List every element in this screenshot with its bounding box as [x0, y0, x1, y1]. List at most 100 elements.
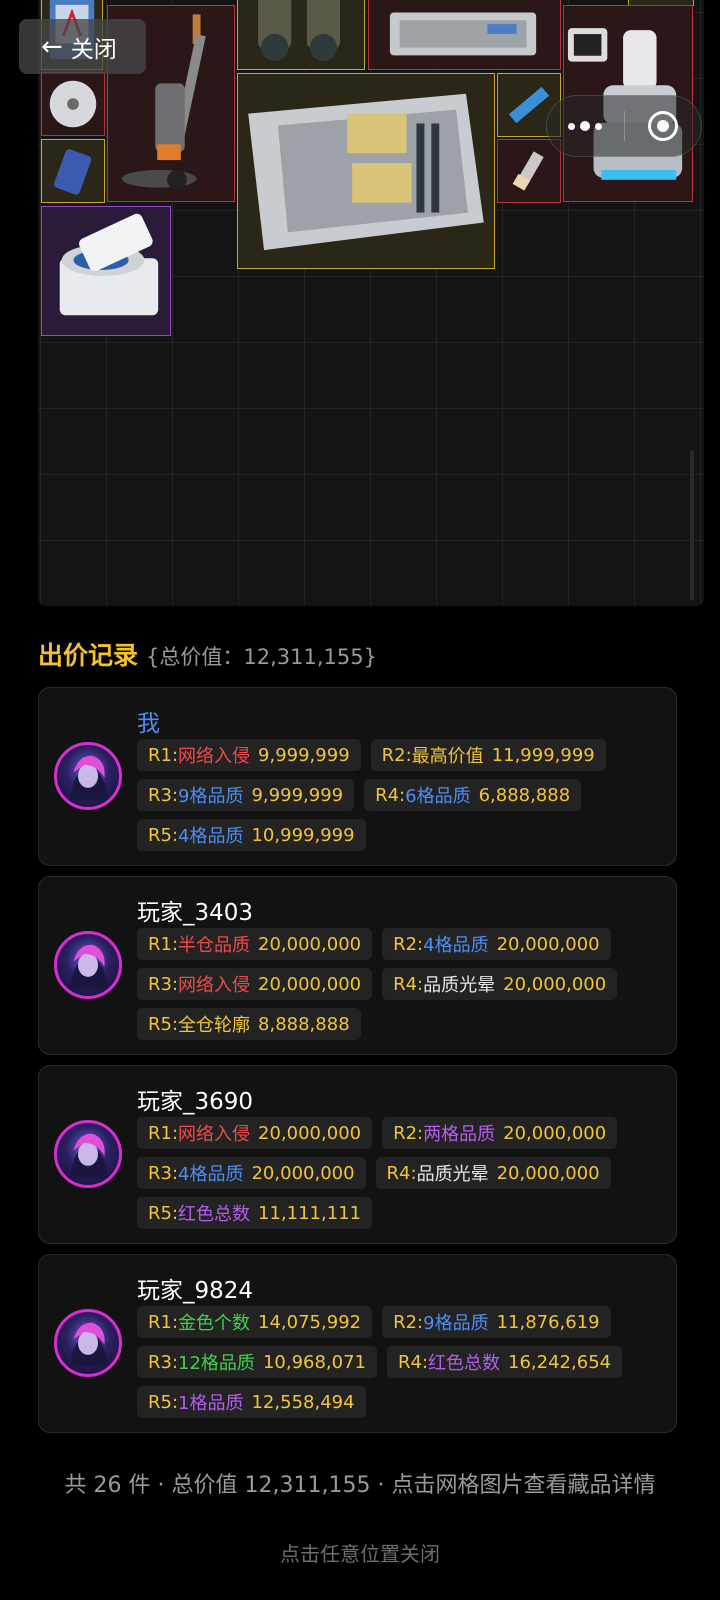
bid-rule-tag: 红色总数 — [428, 1353, 501, 1374]
player-name: 玩家_3403 — [137, 900, 254, 926]
round-key: R4: — [398, 1351, 429, 1373]
bid-chip: R5: 4格品质 10,999,999 — [137, 819, 366, 851]
bid-chip: R3: 9格品质 9,999,999 — [137, 779, 355, 811]
bid-value: 9,999,999 — [251, 784, 344, 806]
bid-rule-tag: 4格品质 — [178, 1164, 244, 1185]
bid-value: 20,000,000 — [496, 933, 600, 955]
bid-chip: R5: 红色总数 11,111,111 — [137, 1197, 373, 1229]
bid-row: R1: 网络入侵 9,999,999 R2: 最高价值 11,999,999 — [137, 739, 666, 771]
bid-value: 14,075,992 — [258, 1311, 362, 1333]
bid-chip: R2: 两格品质 20,000,000 — [382, 1117, 618, 1149]
bid-rule-tag: 两格品质 — [423, 1124, 496, 1145]
footer-summary: 共 26 件 · 总价值 12,311,155 · 点击网格图片查看藏品详情 — [64, 1473, 656, 1498]
bid-rule-tag: 全仓轮廓 — [178, 1015, 251, 1036]
bid-row: R1: 网络入侵 20,000,000 R2: 两格品质 20,000,000 — [137, 1117, 666, 1149]
round-key: R1: — [148, 1122, 179, 1144]
bid-rule-tag: 12格品质 — [178, 1353, 255, 1374]
bid-rule-tag: 网络入侵 — [178, 1124, 251, 1145]
round-key: R2: — [393, 1311, 424, 1333]
round-key: R5: — [148, 1391, 179, 1413]
round-key: R1: — [148, 1311, 179, 1333]
bid-chip: R4: 6格品质 6,888,888 — [364, 779, 582, 811]
bid-chip: R2: 4格品质 20,000,000 — [382, 928, 611, 960]
record-target-icon — [647, 111, 678, 141]
bid-value: 11,876,619 — [496, 1311, 600, 1333]
bid-value: 10,968,071 — [262, 1351, 366, 1373]
bid-chip: R3: 12格品质 10,968,071 — [137, 1346, 377, 1378]
bid-rule-tag: 红色总数 — [178, 1204, 251, 1225]
exit-button[interactable] — [625, 96, 702, 156]
bid-rows: R1: 网络入侵 20,000,000 R2: 两格品质 20,000,000 R3: 4格品… — [137, 1117, 666, 1237]
tap-anywhere-close[interactable]: 点击任意位置关闭 — [0, 1538, 720, 1567]
bid-chip: R1: 网络入侵 9,999,999 — [137, 739, 361, 771]
bid-chip: R4: 品质光晕 20,000,000 — [375, 1157, 611, 1189]
bid-chip: R1: 金色个数 14,075,992 — [137, 1306, 373, 1338]
bid-chip: R4: 红色总数 16,242,654 — [387, 1346, 623, 1378]
server-chassis-item[interactable] — [237, 73, 495, 269]
bid-value: 8,888,888 — [258, 1013, 350, 1035]
round-key: R5: — [148, 1013, 179, 1035]
bid-row: R3: 12格品质 10,968,071 R4: 红色总数 16,242,654 — [137, 1346, 666, 1378]
avatar — [54, 931, 122, 999]
bid-row: R5: 全仓轮廓 8,888,888 — [137, 1008, 666, 1040]
bid-chip: R2: 9格品质 11,876,619 — [382, 1306, 611, 1338]
bid-records-header: 出价记录 {总价值：12,311,155} — [38, 636, 377, 672]
round-key: R2: — [393, 1122, 424, 1144]
round-key: R3: — [148, 973, 179, 995]
round-key: R3: — [148, 1351, 179, 1373]
round-key: R2: — [381, 744, 412, 766]
bid-chip: R1: 网络入侵 20,000,000 — [137, 1117, 373, 1149]
bid-value: 16,242,654 — [508, 1351, 612, 1373]
bid-card[interactable]: 玩家_3690 R1: 网络入侵 20,000,000 R2: 两格品质 20,000,00… — [38, 1065, 677, 1244]
bid-value: 10,999,999 — [251, 824, 355, 846]
avatar — [54, 1309, 122, 1377]
bid-value: 11,999,999 — [491, 744, 595, 766]
bid-card[interactable]: 玩家_3403 R1: 半仓品质 20,000,000 R2: 4格品质 20,000,00… — [38, 876, 677, 1055]
bid-rule-tag: 半仓品质 — [178, 935, 251, 956]
round-key: R4: — [386, 1162, 417, 1184]
bid-card[interactable]: 玩家_9824 R1: 金色个数 14,075,992 R2: 9格品质 11,876,61… — [38, 1254, 677, 1433]
bid-rule-tag: 网络入侵 — [178, 746, 251, 767]
bid-value: 9,999,999 — [258, 744, 350, 766]
round-key: R4: — [375, 784, 406, 806]
bid-row: R5: 4格品质 10,999,999 — [137, 819, 666, 851]
round-key: R2: — [393, 933, 424, 955]
centrifuge-item[interactable] — [41, 206, 171, 336]
round-key: R3: — [148, 1162, 179, 1184]
back-arrow-icon: ← — [41, 31, 63, 62]
round-key: R1: — [148, 933, 179, 955]
binoculars-item[interactable] — [237, 0, 365, 70]
bid-chip: R2: 最高价值 11,999,999 — [370, 739, 606, 771]
bid-records-total: {总价值：12,311,155} — [146, 645, 377, 669]
bid-rule-tag: 4格品质 — [178, 826, 244, 847]
close-label: 关闭 — [70, 36, 117, 63]
bid-value: 20,000,000 — [496, 1162, 600, 1184]
inventory-grid[interactable] — [38, 0, 704, 606]
bid-rule-tag: 9格品质 — [423, 1313, 489, 1334]
close-button[interactable]: ← 关闭 — [19, 19, 146, 74]
bid-card[interactable]: 我 R1: 网络入侵 9,999,999 R2: 最高价值 11,999,999 R3: 9格品… — [38, 687, 677, 866]
bid-rule-tag: 最高价值 — [411, 746, 484, 767]
bid-row: R5: 1格品质 12,558,494 — [137, 1386, 666, 1418]
bid-value: 20,000,000 — [258, 973, 362, 995]
bid-row: R1: 金色个数 14,075,992 R2: 9格品质 11,876,619 — [137, 1306, 666, 1338]
graphics-card-item[interactable] — [368, 0, 561, 70]
bid-value: 6,888,888 — [478, 784, 571, 806]
round-key: R1: — [148, 744, 179, 766]
bid-chip: R4: 品质光晕 20,000,000 — [382, 968, 618, 1000]
bid-value: 20,000,000 — [503, 973, 607, 995]
bid-records-title: 出价记录 — [38, 641, 139, 670]
bid-rows: R1: 网络入侵 9,999,999 R2: 最高价值 11,999,999 R3: 9格品质… — [137, 739, 666, 859]
bid-value: 20,000,000 — [258, 1122, 362, 1144]
cd-disc-item[interactable] — [41, 72, 105, 136]
phone-item[interactable] — [41, 139, 105, 203]
bid-rule-tag: 网络入侵 — [178, 975, 251, 996]
bid-rule-tag: 9格品质 — [178, 786, 244, 807]
bid-rule-tag: 品质光晕 — [423, 975, 496, 996]
player-name: 我 — [137, 711, 160, 737]
bid-rule-tag: 1格品质 — [178, 1393, 244, 1414]
bid-row: R5: 红色总数 11,111,111 — [137, 1197, 666, 1229]
grid-scrollbar[interactable] — [690, 450, 694, 600]
bid-value: 20,000,000 — [258, 933, 362, 955]
more-button[interactable] — [547, 96, 624, 156]
